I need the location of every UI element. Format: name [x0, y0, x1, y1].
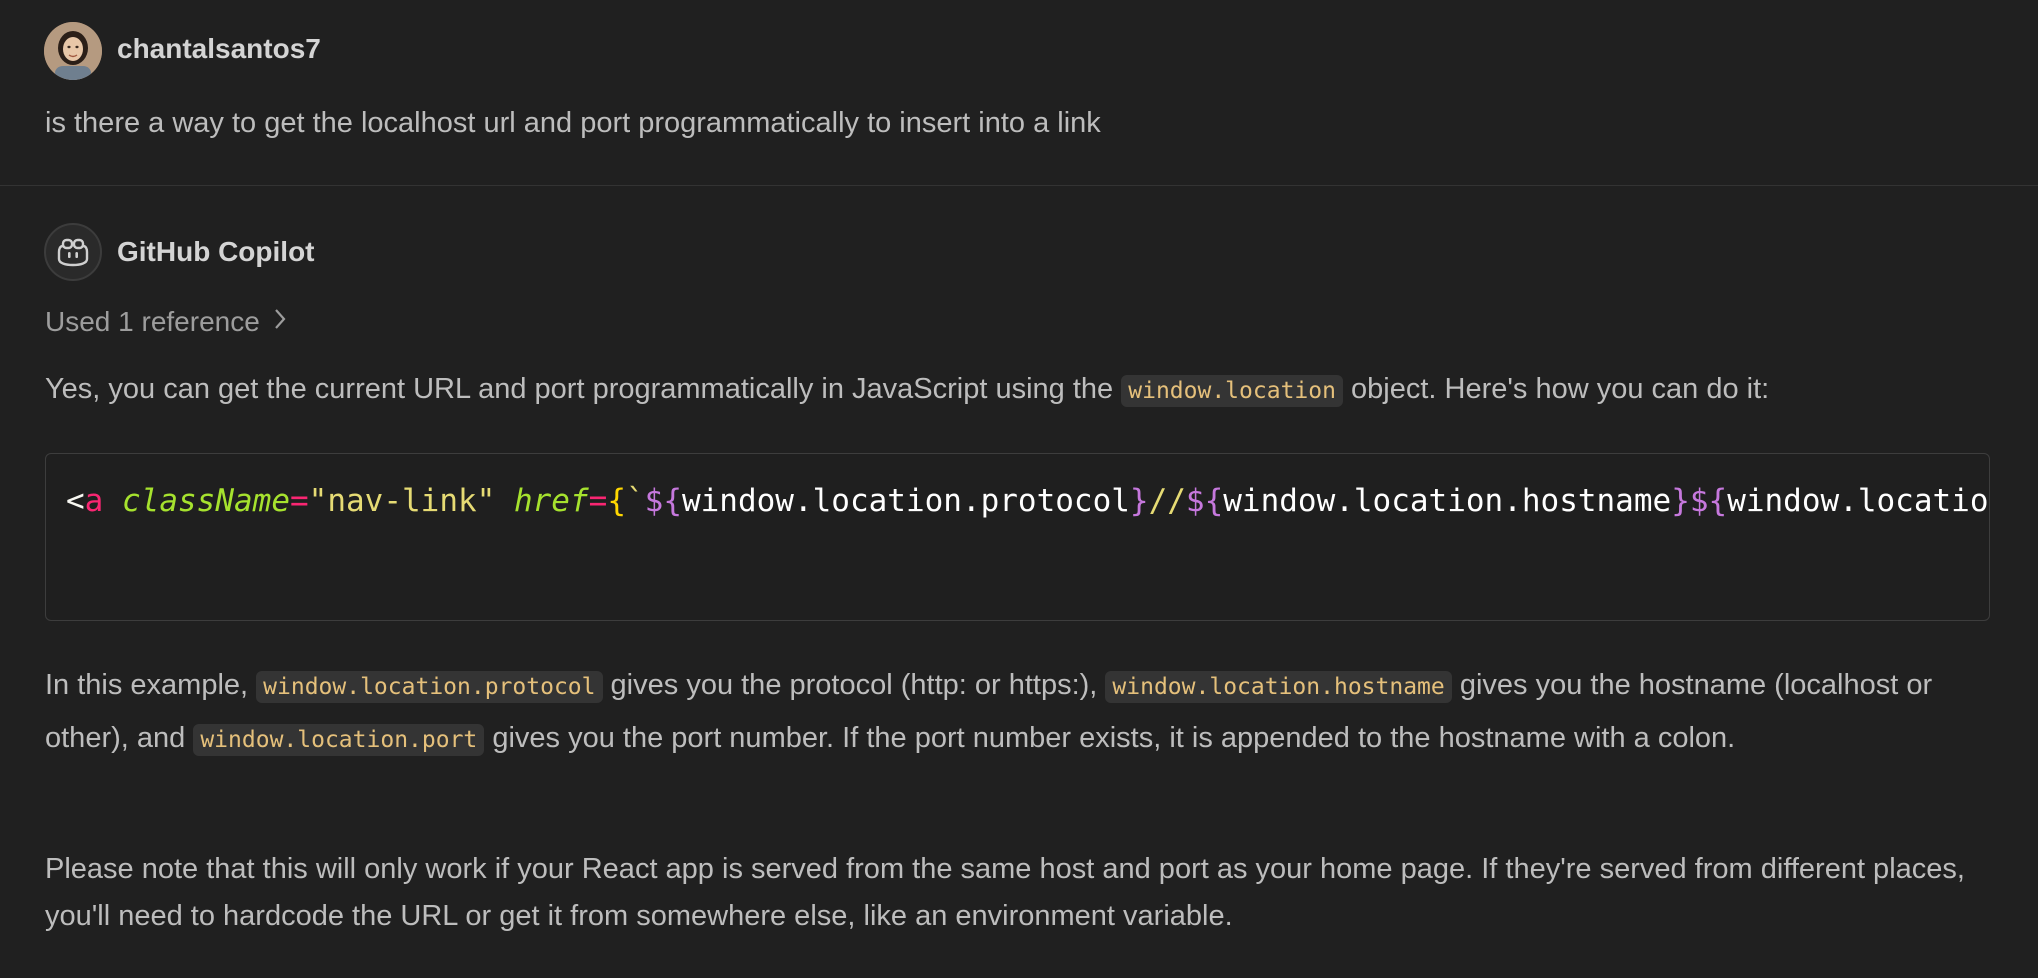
inline-code: window.location: [1121, 375, 1343, 407]
references-label: Used 1 reference: [45, 306, 260, 337]
explanation-text: gives you the port number. If the port n…: [484, 722, 1736, 754]
code-token: =: [588, 483, 608, 519]
explanation-text: In this example,: [45, 669, 257, 701]
request-message: chantalsantos7 is there a way to get the…: [0, 0, 2038, 185]
code-token: ${: [644, 483, 682, 519]
chat-panel: chantalsantos7 is there a way to get the…: [0, 0, 2038, 978]
code-token: }: [1671, 483, 1690, 519]
code-token: className: [122, 483, 290, 519]
response-intro: Yes, you can get the current URL and por…: [45, 364, 1995, 417]
user-avatar: [44, 22, 102, 80]
inline-code-protocol: window.location.protocol: [256, 671, 603, 703]
code-token: }: [1129, 483, 1149, 519]
code-token: href: [513, 483, 589, 519]
intro-text: Yes, you can get the current URL and por…: [45, 373, 1122, 405]
response-note: Please note that this will only work if …: [45, 853, 1965, 932]
code-line: <a className="nav-link" href={`${window.…: [66, 483, 1990, 519]
copilot-icon: [44, 223, 102, 281]
inline-code-hostname: window.location.hostname: [1105, 671, 1452, 703]
code-token: a: [84, 483, 104, 519]
code-token: <: [66, 483, 85, 519]
message-divider: [0, 185, 2038, 186]
explanation-text: gives you the protocol (http: or https:)…: [602, 669, 1106, 701]
code-token: window.location.protocol: [681, 483, 1130, 519]
code-token: window.location: [1727, 483, 1990, 519]
code-token: window.location.hostname: [1223, 483, 1672, 519]
request-text: is there a way to get the localhost url …: [45, 107, 1101, 139]
chevron-right-icon: [272, 306, 288, 338]
code-token: =: [290, 483, 309, 519]
code-token: ${: [1689, 483, 1728, 519]
used-references-toggle[interactable]: Used 1 reference: [45, 306, 288, 338]
response-explanation: In this example, window.location.protoco…: [45, 660, 1995, 766]
code-token: ${: [1185, 483, 1224, 519]
code-token: `: [625, 483, 645, 519]
code-token: {: [607, 483, 626, 519]
inline-code-port: window.location.port: [193, 724, 485, 756]
code-token: //: [1148, 483, 1186, 519]
code-block[interactable]: <a className="nav-link" href={`${window.…: [45, 453, 1990, 621]
code-token: "nav-link": [308, 483, 496, 519]
intro-text-end: object. Here's how you can do it:: [1342, 373, 1770, 405]
username: chantalsantos7: [117, 33, 321, 64]
copilot-name: GitHub Copilot: [117, 236, 315, 267]
